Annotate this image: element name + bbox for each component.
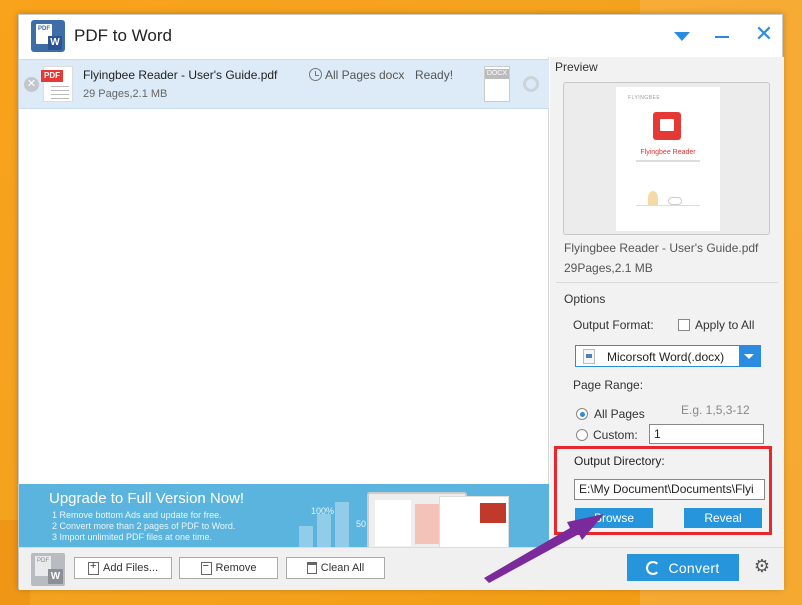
- convert-button[interactable]: Convert: [627, 554, 739, 581]
- add-files-button[interactable]: Add Files...: [74, 557, 172, 579]
- chevron-down-icon[interactable]: [739, 346, 760, 366]
- minimize-icon[interactable]: [712, 25, 734, 47]
- custom-range-label[interactable]: Custom:: [593, 428, 638, 442]
- title-bar: PDF W PDF to Word ✕: [19, 15, 782, 57]
- reveal-button[interactable]: Reveal: [684, 508, 762, 528]
- file-row[interactable]: ✕ PDF Flyingbee Reader - User's Guide.pd…: [19, 59, 549, 109]
- output-format-select[interactable]: Micorsoft Word(.docx): [575, 345, 761, 367]
- remove-file-icon: [200, 560, 212, 575]
- ad-title: Upgrade to Full Version Now!: [49, 490, 245, 507]
- remove-button[interactable]: Remove: [179, 557, 278, 579]
- output-directory-input[interactable]: E:\My Document\Documents\Flyi: [574, 479, 765, 500]
- ad-line: 3 Import unlimited PDF files at one time…: [52, 532, 213, 542]
- row-pages[interactable]: All Pages: [325, 68, 376, 82]
- docx-tag: DOCX: [485, 69, 509, 79]
- window-title: PDF to Word: [74, 26, 172, 45]
- page-range-label: Page Range:: [573, 378, 644, 392]
- word-doc-icon: [583, 349, 595, 364]
- preview-file-size: 29Pages,2.1 MB: [564, 261, 653, 275]
- app-logo-icon: PDF W: [31, 20, 65, 52]
- row-format[interactable]: docx: [379, 68, 404, 82]
- ad-line: 2 Convert more than 2 pages of PDF to Wo…: [52, 521, 236, 531]
- row-status: Ready!: [415, 68, 454, 82]
- ad-percent: 100%: [311, 506, 335, 516]
- apply-to-all-checkbox[interactable]: [678, 319, 690, 331]
- pdf-file-icon: PDF: [41, 66, 73, 102]
- trash-icon: [306, 562, 317, 574]
- pdf-tag: PDF: [41, 70, 63, 82]
- row-settings-icon[interactable]: [523, 76, 539, 92]
- preview-thumbnail: FLYINGBEE Flyingbee Reader: [563, 82, 770, 235]
- preview-page: FLYINGBEE Flyingbee Reader: [616, 87, 720, 231]
- output-format-value: Micorsoft Word(.docx): [607, 350, 725, 364]
- ad-line: 1 Remove bottom Ads and update for free.: [52, 510, 222, 520]
- remove-label: Remove: [215, 562, 257, 574]
- custom-range-radio[interactable]: [576, 429, 588, 441]
- gear-icon[interactable]: ⚙: [753, 558, 771, 576]
- ad-document-image: [439, 496, 509, 547]
- all-pages-label[interactable]: All Pages: [594, 407, 645, 421]
- thumbnail-brand: FLYINGBEE: [628, 95, 661, 101]
- all-pages-radio[interactable]: [576, 408, 588, 420]
- file-list: ✕ PDF Flyingbee Reader - User's Guide.pd…: [19, 57, 549, 484]
- close-icon[interactable]: ✕: [753, 24, 775, 47]
- app-window: PDF W PDF to Word ✕ ✕ PDF Flyingbee Read…: [18, 14, 784, 590]
- ad-percent: 50: [356, 519, 367, 529]
- file-meta: 29 Pages,2.1 MB: [83, 88, 168, 100]
- output-directory-label: Output Directory:: [574, 454, 665, 468]
- app-logo-word-text: W: [48, 36, 62, 50]
- preview-file-name: Flyingbee Reader - User's Guide.pdf: [564, 241, 759, 255]
- remove-row-icon[interactable]: ✕: [24, 77, 39, 92]
- page-range-example: E.g. 1,5,3-12: [681, 403, 750, 417]
- add-file-icon: [87, 560, 99, 575]
- clock-icon: [309, 68, 322, 81]
- clean-all-label: Clean All: [320, 562, 365, 574]
- add-files-label: Add Files...: [102, 562, 159, 574]
- bottom-toolbar: PDF W Add Files... Remove Clean All Conv…: [19, 547, 784, 590]
- thumbnail-logo: [653, 112, 681, 140]
- file-name: Flyingbee Reader - User's Guide.pdf: [83, 68, 278, 82]
- thumbnail-title: Flyingbee Reader: [640, 149, 696, 156]
- divider: [556, 282, 778, 283]
- apply-to-all-label[interactable]: Apply to All: [695, 318, 754, 332]
- menu-dropdown-icon[interactable]: [671, 25, 693, 47]
- preview-options-panel: Preview FLYINGBEE Flyingbee Reader Flyin…: [550, 57, 784, 547]
- convert-label: Convert: [668, 559, 720, 576]
- browse-button[interactable]: Browse: [575, 508, 653, 528]
- preview-heading: Preview: [555, 60, 598, 74]
- custom-range-input[interactable]: 1: [649, 424, 764, 444]
- refresh-icon: [646, 560, 661, 575]
- app-badge-icon: PDF W: [31, 553, 65, 586]
- options-heading: Options: [564, 292, 606, 306]
- docx-file-icon: DOCX: [484, 66, 510, 102]
- badge-word-text: W: [48, 569, 63, 584]
- output-format-label: Output Format:: [573, 318, 654, 332]
- clean-all-button[interactable]: Clean All: [286, 557, 385, 579]
- upgrade-ad-banner[interactable]: Upgrade to Full Version Now! 1 Remove bo…: [19, 484, 549, 547]
